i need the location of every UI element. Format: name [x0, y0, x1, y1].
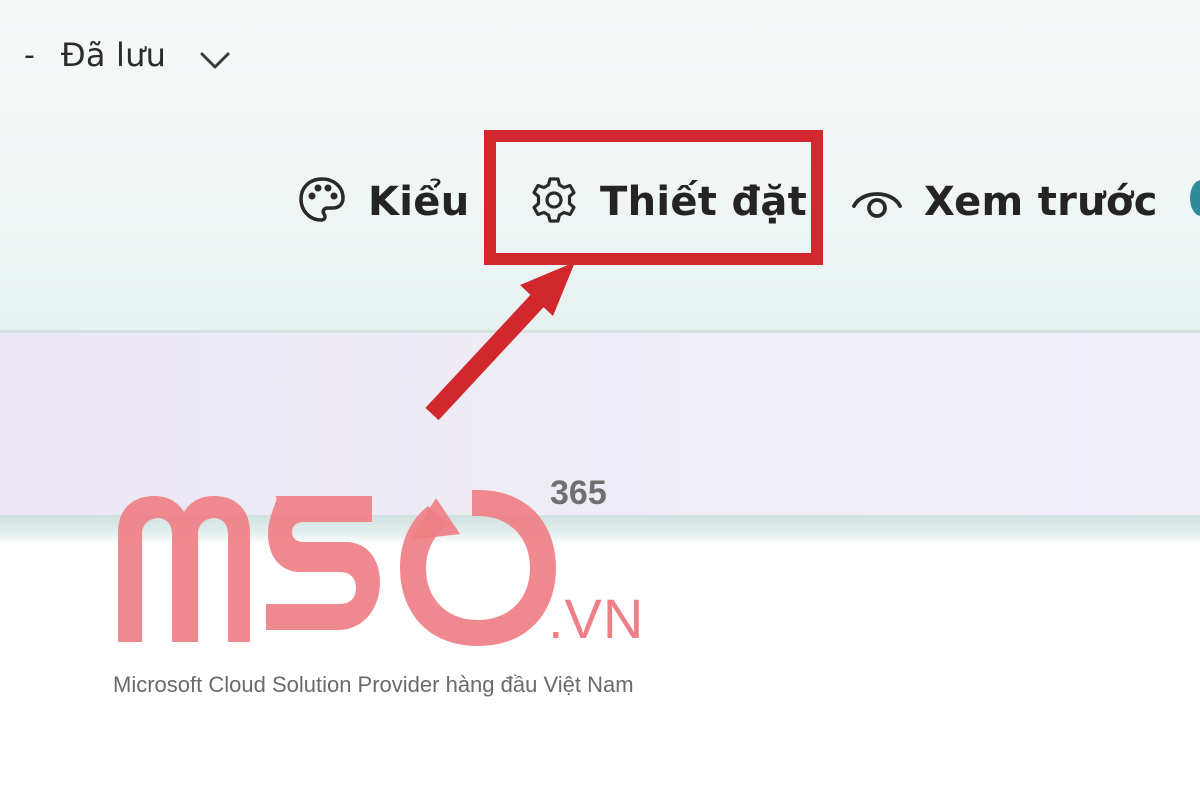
save-status-text: Đã lưu — [60, 36, 167, 74]
watermark-365: 365 — [550, 474, 607, 512]
eye-icon — [850, 180, 904, 224]
palette-icon — [296, 174, 348, 230]
style-button[interactable]: Kiểu — [296, 170, 470, 234]
chevron-down-icon[interactable] — [198, 44, 232, 78]
preview-label: Xem trước — [924, 179, 1158, 225]
save-status-row[interactable]: - Đã lưu — [24, 30, 232, 80]
status-separator: - — [24, 37, 35, 73]
watermark-tagline: Microsoft Cloud Solution Provider hàng đ… — [113, 672, 634, 697]
watermark-domain: .VN — [548, 587, 645, 650]
screenshot-stage: - Đã lưu Kiểu Thiết đặt Xem trước 365 .V… — [0, 0, 1200, 800]
style-label: Kiểu — [368, 179, 470, 225]
highlight-box — [484, 130, 823, 265]
preview-button[interactable]: Xem trước — [850, 170, 1158, 234]
